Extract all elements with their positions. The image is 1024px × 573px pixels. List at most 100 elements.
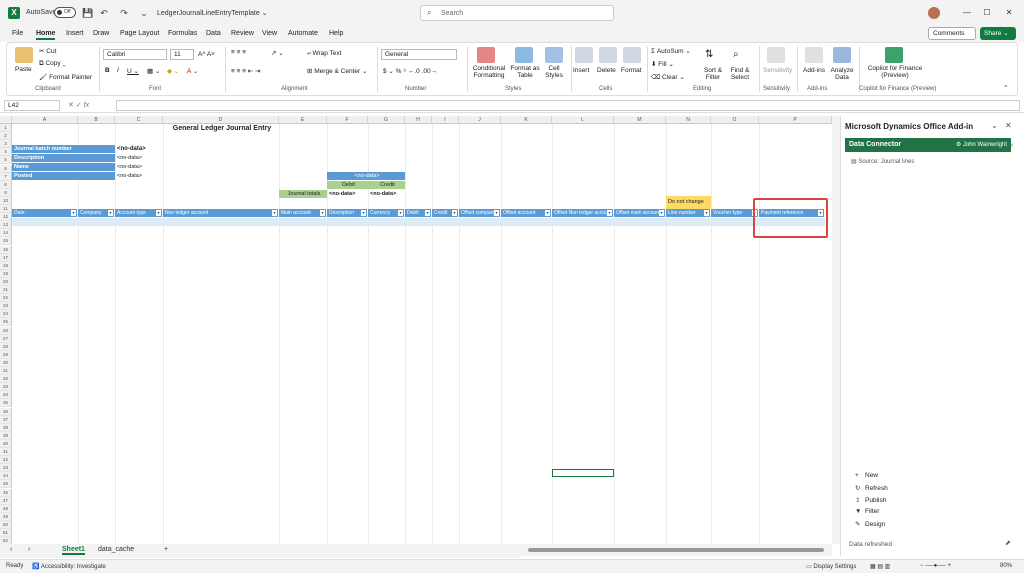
- scroll-thumb[interactable]: [528, 548, 824, 552]
- undo-icon[interactable]: ↶: [98, 7, 110, 19]
- vertical-scrollbar[interactable]: [832, 116, 840, 544]
- row-header[interactable]: 7: [0, 172, 12, 181]
- header-date[interactable]: Date ▾: [12, 209, 78, 217]
- header-non-ledger-account[interactable]: Non ledger account ▾: [163, 209, 279, 217]
- credit-total[interactable]: <no-data>: [368, 190, 405, 198]
- cut-button[interactable]: ✂ Cut: [39, 47, 56, 55]
- font-grow-icon[interactable]: A^ A˅: [198, 51, 215, 58]
- row-header[interactable]: 4: [0, 148, 12, 157]
- formula-icons[interactable]: ✕ ✓ fx: [68, 101, 89, 109]
- new-action[interactable]: + New: [855, 472, 878, 479]
- filter-dropdown-icon[interactable]: ▾: [452, 210, 457, 216]
- row-header[interactable]: 10: [0, 196, 12, 205]
- filter-dropdown-icon[interactable]: ▾: [425, 210, 430, 216]
- tab-prev-icon[interactable]: ‹: [10, 546, 12, 553]
- number-format-icons[interactable]: $ ⌄ % ⁹ ←.0 .00→: [383, 67, 437, 75]
- file-name[interactable]: LedgerJournalLineEntryTemplate ⌄: [157, 9, 268, 17]
- filter-dropdown-icon[interactable]: ▾: [108, 210, 113, 216]
- row-header[interactable]: 25: [0, 318, 12, 327]
- info-label-posted[interactable]: Posted: [12, 172, 115, 180]
- row-header[interactable]: 41: [0, 448, 12, 456]
- select-all-corner[interactable]: [0, 116, 12, 124]
- view-mode-icons[interactable]: ▦ ▤ ▥: [870, 563, 890, 570]
- underline-button[interactable]: U ⌄: [127, 67, 139, 75]
- align-icons[interactable]: ≡ ≡ ≡ ⇤ ⇥: [231, 67, 261, 75]
- row-header[interactable]: 50: [0, 520, 12, 529]
- add-ins-icon[interactable]: [805, 47, 823, 63]
- row-header[interactable]: 34: [0, 391, 12, 400]
- menu-automate[interactable]: Automate: [288, 30, 318, 37]
- tab-data-cache[interactable]: data_cache: [98, 546, 134, 553]
- row-header[interactable]: 14: [0, 229, 12, 238]
- user-avatar[interactable]: [928, 7, 940, 19]
- info-value-posted[interactable]: <no-data>: [115, 172, 163, 180]
- column-header[interactable]: H: [405, 116, 432, 124]
- column-header[interactable]: E: [279, 116, 327, 124]
- journal-totals-label[interactable]: Journal totals: [279, 190, 327, 198]
- menu-formulas[interactable]: Formulas: [168, 30, 197, 37]
- menu-data[interactable]: Data: [206, 30, 221, 37]
- maximize-icon[interactable]: ☐: [980, 7, 994, 19]
- number-format-select[interactable]: General: [381, 49, 457, 60]
- panel-expand-icon[interactable]: ‹: [1011, 142, 1013, 149]
- search-box[interactable]: ⌕ Search: [420, 5, 614, 21]
- filter-dropdown-icon[interactable]: ▾: [704, 210, 709, 216]
- italic-button[interactable]: I: [117, 67, 119, 74]
- cell-styles-icon[interactable]: [545, 47, 563, 63]
- row-header[interactable]: 33: [0, 383, 12, 392]
- table-row[interactable]: [12, 218, 825, 226]
- save-icon[interactable]: 💾: [82, 7, 94, 19]
- row-header[interactable]: 43: [0, 464, 12, 473]
- menu-review[interactable]: Review: [231, 30, 254, 37]
- menu-file[interactable]: File: [12, 30, 23, 37]
- filter-dropdown-icon[interactable]: ▾: [607, 210, 612, 216]
- row-header[interactable]: 37: [0, 415, 12, 424]
- sort-filter-button[interactable]: Sort & Filter: [701, 67, 725, 81]
- column-header[interactable]: M: [614, 116, 666, 124]
- row-header[interactable]: 21: [0, 286, 12, 294]
- row-header[interactable]: 20: [0, 277, 12, 286]
- analyze-data-button[interactable]: Analyze Data: [829, 67, 855, 81]
- publish-action[interactable]: ⇪ Publish: [855, 496, 886, 504]
- merge-center-button[interactable]: ⊞ Merge & Center ⌄: [307, 67, 367, 75]
- row-header[interactable]: 3: [0, 140, 12, 149]
- conditional-formatting-icon[interactable]: [477, 47, 495, 63]
- info-label-description[interactable]: Description: [12, 154, 115, 162]
- column-header[interactable]: J: [459, 116, 501, 124]
- accessibility-status[interactable]: ♿ Accessibility: Investigate: [32, 563, 106, 570]
- row-header[interactable]: 17: [0, 253, 12, 262]
- row-header[interactable]: 36: [0, 407, 12, 416]
- column-header[interactable]: G: [368, 116, 405, 124]
- header-currency[interactable]: Currency ▾: [368, 209, 405, 217]
- debit-total[interactable]: <no-data>: [327, 190, 368, 198]
- row-header[interactable]: 26: [0, 326, 12, 335]
- filter-dropdown-icon[interactable]: ▾: [71, 210, 76, 216]
- format-cells-icon[interactable]: [623, 47, 641, 63]
- row-header[interactable]: 40: [0, 439, 12, 448]
- filter-dropdown-icon[interactable]: ▾: [398, 210, 403, 216]
- header-offset-company[interactable]: Offset company ▾: [459, 209, 501, 217]
- info-label-batch[interactable]: Journal batch number: [12, 145, 115, 153]
- tab-next-icon[interactable]: ›: [28, 546, 30, 553]
- quick-access-menu-icon[interactable]: ⌄: [138, 7, 150, 19]
- panel-close-icon[interactable]: ✕: [1005, 121, 1012, 130]
- row-header[interactable]: 52: [0, 537, 12, 544]
- format-painter-button[interactable]: 🖌 Format Painter: [39, 73, 92, 81]
- share-button[interactable]: Share ⌄: [980, 27, 1016, 40]
- row-header[interactable]: 39: [0, 431, 12, 440]
- sensitivity-icon[interactable]: [767, 47, 785, 63]
- autosave-toggle[interactable]: Off: [54, 7, 76, 18]
- display-settings[interactable]: ▭ Display Settings: [806, 563, 856, 570]
- header-company[interactable]: Company ▾: [78, 209, 115, 217]
- find-select-icon[interactable]: ⌕: [733, 49, 739, 60]
- filter-dropdown-icon[interactable]: ▾: [156, 210, 161, 216]
- spreadsheet-grid[interactable]: A B C D E F G H I J K L M N O P 12345678…: [0, 116, 832, 544]
- column-header[interactable]: F: [327, 116, 368, 124]
- row-header[interactable]: 22: [0, 294, 12, 303]
- menu-home[interactable]: Home: [36, 30, 56, 40]
- row-header[interactable]: 28: [0, 342, 12, 351]
- header-offset-main-account[interactable]: Offset main account ▾: [614, 209, 666, 217]
- paste-button[interactable]: Paste: [15, 66, 32, 73]
- column-header[interactable]: L: [552, 116, 614, 124]
- menu-page-layout[interactable]: Page Layout: [120, 30, 159, 37]
